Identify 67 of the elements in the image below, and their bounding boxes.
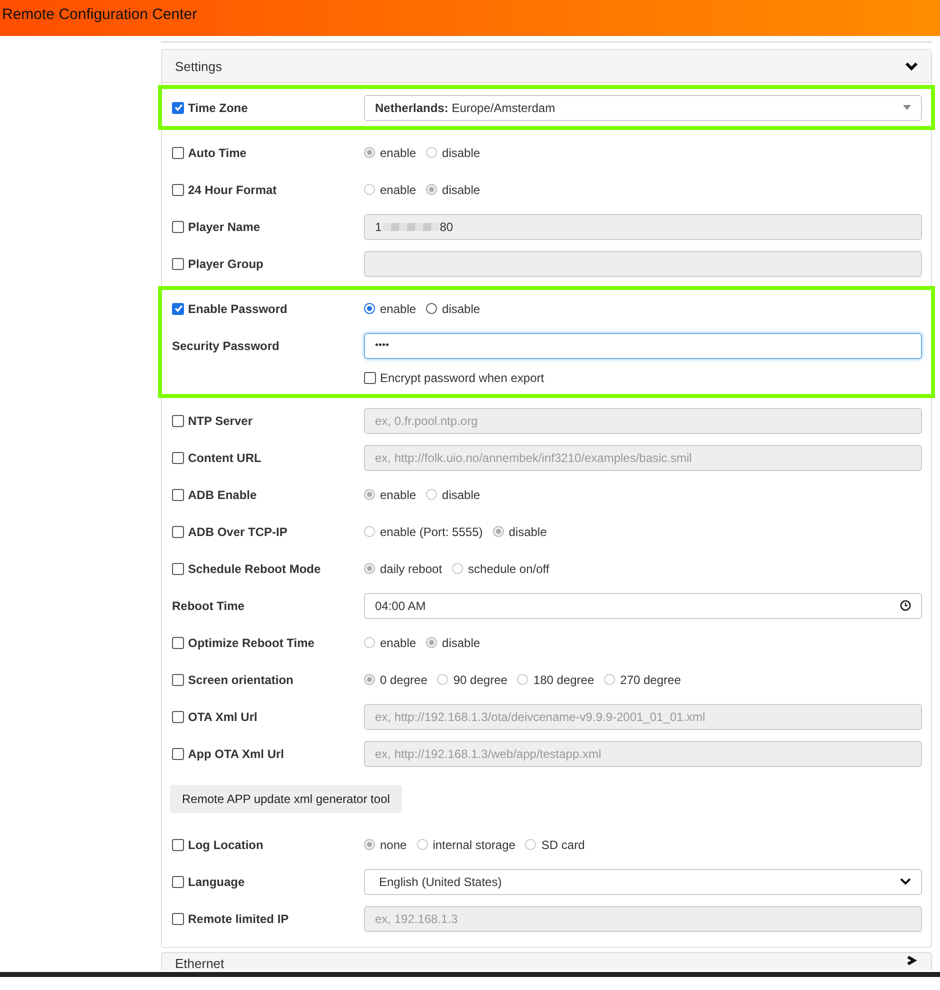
- checkbox[interactable]: [172, 302, 184, 314]
- setting-label: Screen orientation: [188, 672, 294, 686]
- radio-label: 180 degree: [533, 672, 594, 686]
- chevron-icon: [905, 956, 918, 965]
- generator-tool-button[interactable]: Remote APP update xml generator tool: [170, 785, 402, 813]
- setting-label: NTP Server: [188, 414, 252, 428]
- setting-label: Player Group: [188, 256, 264, 270]
- radio-label: 0 degree: [380, 672, 428, 686]
- app-title: Remote Configuration Center: [1, 5, 198, 23]
- radio-label: enable: [380, 182, 416, 196]
- radio-label: disable: [442, 302, 480, 316]
- checkbox[interactable]: [172, 876, 184, 888]
- setting-label: Log Location: [188, 838, 264, 852]
- radio-label: disable: [442, 146, 480, 160]
- setting-label: Player Name: [188, 220, 260, 234]
- radio-label: disable: [442, 182, 480, 196]
- input-field[interactable]: 1 80: [364, 214, 922, 240]
- radio-label: none: [380, 838, 407, 852]
- setting-label: Enable Password: [188, 302, 288, 316]
- radio-button[interactable]: [364, 303, 375, 314]
- setting-label: Time Zone: [188, 100, 248, 114]
- radio-label: SD card: [541, 838, 585, 852]
- checkbox[interactable]: [364, 372, 376, 384]
- setting-label: Language: [188, 874, 245, 888]
- clock-icon: [900, 600, 911, 611]
- language-select[interactable]: English (United States): [364, 868, 922, 894]
- setting-label: Optimize Reboot Time: [188, 636, 314, 650]
- setting-label: OTA Xml Url: [188, 710, 258, 724]
- radio-label: 270 degree: [620, 672, 681, 686]
- setting-label: ADB Enable: [188, 488, 257, 502]
- redaction-blur: [382, 222, 439, 230]
- settings-header[interactable]: Settings: [162, 50, 931, 83]
- checkbox-label: Encrypt password when export: [380, 371, 544, 385]
- radio-label: 90 degree: [453, 672, 508, 686]
- radio-label: enable: [380, 636, 416, 650]
- setting-label: Reboot Time: [172, 598, 244, 612]
- radio-label: disable: [508, 524, 547, 538]
- setting-label: Remote limited IP: [188, 912, 289, 926]
- dropdown-arrow-icon: [903, 105, 911, 110]
- time-field[interactable]: 04:00 AM: [364, 592, 922, 618]
- password-field[interactable]: ••••: [364, 332, 922, 358]
- setting-label: 24 Hour Format: [188, 182, 277, 196]
- setting-label: Content URL: [188, 450, 262, 464]
- radio-label: enable: [380, 146, 416, 160]
- radio-button[interactable]: [426, 303, 438, 314]
- radio-label: enable (Port: 5555): [380, 524, 483, 538]
- radio-label: internal storage: [432, 838, 516, 852]
- chevron-icon: [900, 878, 911, 885]
- panel-title: Settings: [175, 58, 222, 74]
- checkbox[interactable]: [172, 102, 184, 114]
- panel-title: Ethernet: [175, 956, 224, 971]
- setting-label: ADB Over TCP-IP: [188, 524, 288, 538]
- radio-label: daily reboot: [380, 562, 442, 576]
- radio-label: schedule on/off: [468, 562, 550, 576]
- ethernet-header[interactable]: Ethernet: [161, 952, 932, 970]
- radio-label: enable: [380, 302, 416, 316]
- chevron-icon: [905, 62, 918, 70]
- select-value: Netherlands: Europe/Amsterdam: [375, 100, 556, 114]
- checkbox[interactable]: [172, 220, 184, 232]
- setting-label: Auto Time: [188, 146, 246, 160]
- radio-label: disable: [442, 488, 480, 502]
- radio-label: disable: [442, 636, 480, 650]
- radio-label: enable: [380, 488, 416, 502]
- setting-label: App OTA Xml Url: [188, 746, 284, 760]
- setting-label: Security Password: [172, 338, 280, 352]
- timezone-select[interactable]: Netherlands: Europe/Amsterdam: [364, 94, 922, 120]
- setting-label: Schedule Reboot Mode: [188, 562, 321, 576]
